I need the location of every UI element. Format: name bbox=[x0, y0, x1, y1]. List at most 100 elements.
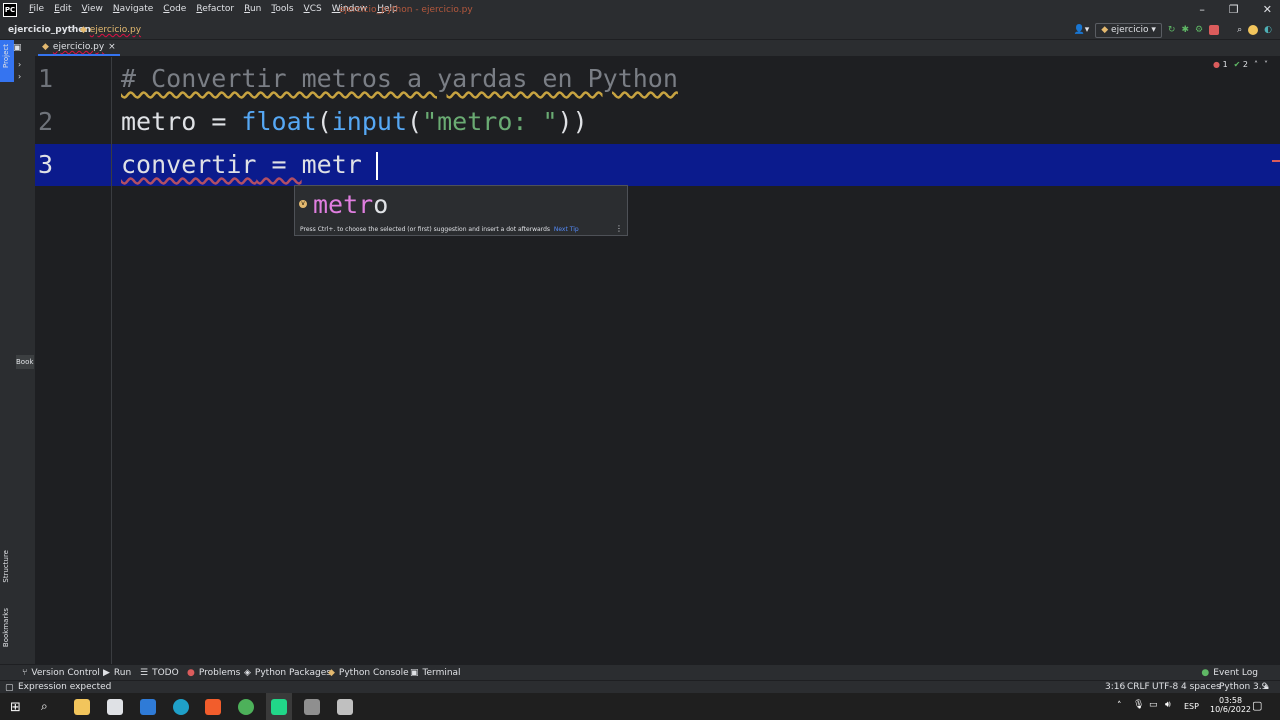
network-icon[interactable]: ▭ bbox=[1149, 700, 1158, 710]
app-icon[interactable] bbox=[304, 699, 320, 715]
list-icon: ☰ bbox=[140, 668, 149, 678]
tool-version-control[interactable]: ⑂ Version Control bbox=[22, 668, 100, 678]
structure-tab-label[interactable]: Structure bbox=[2, 550, 10, 583]
tool-python-console[interactable]: ◆ Python Console bbox=[328, 668, 409, 678]
tool-terminal[interactable]: ▣ Terminal bbox=[410, 668, 461, 678]
python-interpreter[interactable]: Python 3.9 bbox=[1219, 682, 1267, 692]
tool-run[interactable]: ▶ Run bbox=[103, 668, 131, 678]
add-user-icon[interactable]: 👤▾ bbox=[1074, 25, 1090, 35]
jetbrains-logo-icon[interactable]: ◐ bbox=[1264, 25, 1272, 35]
restore-icon[interactable]: ❐ bbox=[1229, 3, 1239, 16]
volume-icon[interactable]: 🔊︎ bbox=[1165, 700, 1171, 710]
menu-tools[interactable]: Tools bbox=[266, 4, 298, 14]
file-encoding[interactable]: UTF-8 bbox=[1152, 682, 1178, 692]
tool-python-packages[interactable]: ◈ Python Packages bbox=[244, 668, 331, 678]
paren: )) bbox=[557, 107, 588, 136]
menu-vcs[interactable]: VCS bbox=[299, 4, 327, 14]
edge-icon[interactable] bbox=[173, 699, 189, 715]
minimize-icon[interactable]: – bbox=[1199, 3, 1205, 16]
stop-icon[interactable] bbox=[1209, 25, 1220, 35]
menu-run[interactable]: Run bbox=[239, 4, 266, 14]
completion-hint: Press Ctrl+. to choose the selected (or … bbox=[300, 226, 579, 233]
chrome-icon[interactable] bbox=[238, 699, 254, 715]
tool-problems[interactable]: ● Problems bbox=[187, 668, 240, 678]
variable: convertir bbox=[121, 150, 257, 179]
bookmarks-mini-panel[interactable]: Book bbox=[16, 355, 34, 369]
python-icon: ◆ bbox=[328, 668, 335, 678]
completion-item[interactable]: metro bbox=[313, 190, 388, 219]
status-bar: ▢ Expression expected 3:16 CRLF UTF-8 4 … bbox=[0, 680, 1280, 694]
python-file-icon: ◆ bbox=[42, 42, 49, 52]
file-explorer-icon[interactable] bbox=[74, 699, 90, 715]
run-config-label: ejercicio bbox=[1111, 24, 1149, 35]
mail-icon[interactable] bbox=[140, 699, 156, 715]
line-separator[interactable]: CRLF bbox=[1127, 682, 1150, 692]
pycharm-app-icon bbox=[271, 699, 287, 715]
event-log[interactable]: ● Event Log bbox=[1201, 668, 1258, 678]
breadcrumb-file[interactable]: ◆ ejercicio.py bbox=[80, 25, 141, 35]
python-file-icon: ◆ bbox=[80, 25, 87, 35]
line-number: 2 bbox=[38, 107, 54, 136]
windows-start-icon[interactable]: ⊞ bbox=[10, 700, 21, 715]
debug-icon[interactable]: ✱ bbox=[1181, 25, 1189, 35]
search-icon[interactable]: ⌕ bbox=[1237, 25, 1242, 35]
project-view-icon[interactable]: ▣ bbox=[13, 43, 22, 53]
line-number-current: 3 bbox=[38, 150, 54, 179]
code-editor[interactable]: 1 2 3 # Convertir metros a yardas en Pyt… bbox=[35, 57, 1280, 664]
menu-view[interactable]: View bbox=[77, 4, 108, 14]
menu-navigate[interactable]: Navigate bbox=[108, 4, 158, 14]
profile-icon[interactable]: ⚙ bbox=[1195, 25, 1203, 35]
tab-ejercicio[interactable]: ◆ ejercicio.py × bbox=[38, 40, 120, 56]
menu-file[interactable]: File bbox=[24, 4, 49, 14]
breadcrumb-project[interactable]: ejercicio_python bbox=[8, 25, 91, 35]
chevron-right-icon: › bbox=[71, 24, 75, 34]
updates-icon[interactable] bbox=[1248, 25, 1259, 35]
language-indicator[interactable]: ESP bbox=[1184, 702, 1199, 711]
status-message: Expression expected bbox=[18, 682, 112, 692]
menu-code[interactable]: Code bbox=[158, 4, 191, 14]
more-options-icon[interactable]: ⋮ bbox=[615, 224, 623, 233]
clock-date: 10/6/2022 bbox=[1210, 705, 1252, 714]
error-icon: ● bbox=[187, 668, 195, 678]
microphone-icon[interactable]: 🎙︎ bbox=[1133, 700, 1144, 710]
window-title: ejercicio_python - ejercicio.py bbox=[339, 5, 473, 15]
close-window-icon[interactable]: ✕ bbox=[1263, 3, 1272, 16]
lock-icon[interactable]: 🔒︎ bbox=[1264, 682, 1269, 692]
project-tool-tab[interactable]: Project bbox=[0, 40, 14, 82]
tab-label: ejercicio.py bbox=[52, 42, 105, 52]
run-toolbar: 👤▾ ◆ ejercicio ▾ ↻ ✱ ⚙ ⌕ ◐ bbox=[1074, 22, 1280, 38]
pycharm-logo-icon[interactable]: PC bbox=[3, 3, 17, 17]
brave-icon[interactable] bbox=[205, 699, 221, 715]
rerun-icon[interactable]: ↻ bbox=[1168, 25, 1176, 35]
tool-todo[interactable]: ☰ TODO bbox=[140, 668, 179, 678]
chevron-up-icon[interactable]: ˄ bbox=[1254, 60, 1258, 69]
notifications-icon[interactable]: ▢ bbox=[1252, 699, 1262, 712]
bookmarks-tab-label[interactable]: Bookmarks bbox=[2, 608, 10, 647]
menu-edit[interactable]: Edit bbox=[49, 4, 76, 14]
indent-setting[interactable]: 4 spaces bbox=[1181, 682, 1221, 692]
warning-count: ✔ 2 bbox=[1233, 60, 1248, 69]
tray-chevron-icon[interactable]: ˄ bbox=[1117, 701, 1122, 711]
variable: metro bbox=[121, 107, 197, 136]
cursor-position[interactable]: 3:16 bbox=[1105, 682, 1125, 692]
breadcrumb-file-label: ejercicio.py bbox=[89, 25, 142, 35]
app-icon[interactable] bbox=[337, 699, 353, 715]
menu-refactor[interactable]: Refactor bbox=[191, 4, 239, 14]
tree-expand-icon[interactable]: › bbox=[18, 60, 21, 69]
run-config-select[interactable]: ◆ ejercicio ▾ bbox=[1095, 22, 1162, 38]
operator: = bbox=[196, 107, 242, 136]
inspection-widget[interactable]: ● 1 ✔ 2 ˄ ˅ bbox=[1213, 60, 1268, 69]
search-icon[interactable]: ⌕ bbox=[41, 699, 48, 714]
clock[interactable]: 03:58 10/6/2022 bbox=[1210, 696, 1251, 714]
close-tab-icon[interactable]: × bbox=[108, 42, 116, 52]
chevron-down-icon[interactable]: ˅ bbox=[1264, 60, 1268, 69]
next-tip-link[interactable]: Next Tip bbox=[554, 226, 579, 233]
status-panel-icon[interactable]: ▢ bbox=[5, 683, 14, 693]
error-stripe-mark[interactable] bbox=[1272, 160, 1280, 162]
string-literal: "metro: " bbox=[422, 107, 558, 136]
tree-expand-icon[interactable]: › bbox=[18, 72, 21, 81]
store-icon[interactable] bbox=[107, 699, 123, 715]
completion-popup: v metro Press Ctrl+. to choose the selec… bbox=[294, 185, 628, 236]
navigation-bar: ejercicio_python › ◆ ejercicio.py 👤▾ ◆ e… bbox=[0, 21, 1280, 40]
remaining-text: o bbox=[373, 190, 389, 219]
